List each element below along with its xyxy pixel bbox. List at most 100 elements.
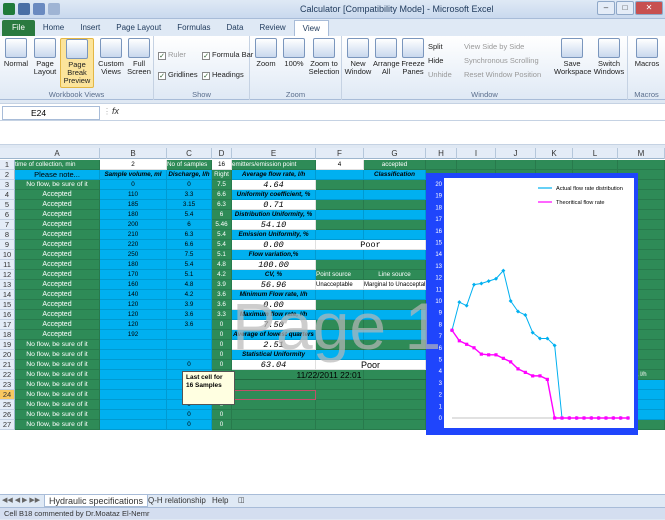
cell-discharge[interactable]: 6.3 — [167, 230, 212, 240]
cell-status[interactable]: Accepted — [15, 280, 100, 290]
cell-right-sorted[interactable]: 3.6 — [212, 300, 232, 310]
cell-discharge[interactable]: 3.15 — [167, 200, 212, 210]
tab-view[interactable]: View — [293, 20, 329, 36]
save-icon[interactable] — [18, 3, 30, 15]
cell-discharge[interactable]: 4.2 — [167, 290, 212, 300]
column-header-A[interactable]: A — [15, 148, 100, 159]
cell-metric-value[interactable]: 0.00 — [232, 240, 316, 250]
cell-right-sorted[interactable]: 3.6 — [212, 290, 232, 300]
cell-classification-area[interactable] — [316, 230, 364, 240]
cell-metric-label[interactable]: Minimum Flow rate, l/h — [232, 290, 316, 300]
cell-time-value[interactable]: 2 — [100, 160, 167, 170]
cell-classification-area[interactable] — [316, 310, 364, 320]
cell-avg-flow-header[interactable]: Average flow rate, l/h — [232, 170, 316, 180]
cell-samples-value[interactable]: 16 — [212, 160, 232, 170]
cell-right-sorted[interactable]: 6.6 — [212, 190, 232, 200]
cell-status[interactable]: Accepted — [15, 220, 100, 230]
cell-accepted[interactable]: accepted — [364, 160, 426, 170]
cell-status[interactable]: Accepted — [15, 210, 100, 220]
cell-sample-volume[interactable]: 220 — [100, 240, 167, 250]
cell-classification-area[interactable] — [364, 330, 426, 340]
cell-discharge[interactable]: 3.6 — [167, 320, 212, 330]
row-header-1[interactable]: 1 — [0, 160, 15, 170]
cell-classification-area[interactable] — [316, 200, 364, 210]
cell-status[interactable]: No flow, be sure of it — [15, 370, 100, 380]
cell-right-sorted[interactable]: 4.8 — [212, 260, 232, 270]
headings-checkbox[interactable]: ✓ Headings — [202, 70, 244, 80]
cell-empty-green[interactable] — [364, 400, 426, 410]
cell-sample-volume[interactable]: 140 — [100, 290, 167, 300]
row-header-15[interactable]: 15 — [0, 300, 15, 310]
redo-icon[interactable] — [48, 3, 60, 15]
cell-right-sorted[interactable]: 0 — [212, 420, 232, 430]
minimize-icon[interactable]: – — [597, 1, 615, 15]
cell-status[interactable]: No flow, be sure of it — [15, 360, 100, 370]
row-header-3[interactable]: 3 — [0, 180, 15, 190]
cell-e24-selected[interactable] — [232, 390, 316, 400]
cell-sample-volume[interactable] — [100, 420, 167, 430]
cell-status[interactable]: No flow, be sure of it — [15, 400, 100, 410]
cell-status[interactable]: No flow, be sure of it — [15, 410, 100, 420]
cell-empty-green[interactable] — [364, 390, 426, 400]
undo-icon[interactable] — [33, 3, 45, 15]
cell-metric-label[interactable]: Statistical Uniformity — [232, 350, 316, 360]
cell-metric-label[interactable]: Flow variation,% — [232, 250, 316, 260]
cell-empty-green[interactable] — [364, 380, 426, 390]
cell-discharge[interactable]: 6 — [167, 220, 212, 230]
cell-line-source[interactable]: Line source — [364, 270, 426, 280]
cell-classification-area[interactable] — [316, 340, 364, 350]
cell-status[interactable]: Accepted — [15, 250, 100, 260]
cell-sample-volume[interactable]: 120 — [100, 310, 167, 320]
cell-right-sorted[interactable]: 0 — [212, 410, 232, 420]
row-header-6[interactable]: 6 — [0, 210, 15, 220]
cell-samples-label[interactable]: No of samples — [167, 160, 212, 170]
cell-sample-volume[interactable]: 170 — [100, 270, 167, 280]
column-header-C[interactable]: C — [167, 148, 212, 159]
tab-file[interactable]: File — [2, 20, 35, 36]
cell-time-label[interactable]: time of collection, min — [15, 160, 100, 170]
cell-discharge[interactable] — [167, 330, 212, 340]
cell-classification-area[interactable] — [364, 200, 426, 210]
cell-sample-volume[interactable]: 180 — [100, 260, 167, 270]
close-icon[interactable]: ✕ — [635, 1, 663, 15]
row-header-5[interactable]: 5 — [0, 200, 15, 210]
cell-discharge[interactable]: 5.1 — [167, 270, 212, 280]
cell-classification-area[interactable] — [364, 220, 426, 230]
formula-input[interactable] — [0, 121, 665, 145]
tab-data[interactable]: Data — [219, 20, 252, 36]
cell-status[interactable]: Accepted — [15, 230, 100, 240]
cell-metric-value[interactable]: 7.50 — [232, 320, 316, 330]
cell-discharge[interactable] — [167, 340, 212, 350]
cell-status[interactable]: No flow, be sure of it — [15, 340, 100, 350]
cell-classification-area[interactable] — [316, 260, 364, 270]
cell-metric-value[interactable]: 0.71 — [232, 200, 316, 210]
row-header-24[interactable]: 24 — [0, 390, 15, 400]
cell-metric-value[interactable]: 63.04 — [232, 360, 316, 370]
cell-empty-green[interactable] — [316, 410, 364, 420]
cell-right-sorted[interactable]: 6.3 — [212, 200, 232, 210]
row-header-16[interactable]: 16 — [0, 310, 15, 320]
row-header-22[interactable]: 22 — [0, 370, 15, 380]
cell-discharge[interactable]: 0 — [167, 180, 212, 190]
cell-classification-area[interactable] — [316, 210, 364, 220]
cell-sample-volume[interactable]: 180 — [100, 210, 167, 220]
cell-empty-green[interactable] — [364, 420, 426, 430]
flow-rate-chart[interactable]: 0 1 2 3 4 5 6 7 8 9 10 11 12 13 14 15 16 17 18 19 20 Actual f… — [426, 173, 638, 435]
cell-empty-green[interactable] — [232, 420, 316, 430]
cell-classification-area[interactable] — [316, 320, 364, 330]
cell-metric-label[interactable]: Uniformity coefficient, % — [232, 190, 316, 200]
cell-sample-volume[interactable]: 160 — [100, 280, 167, 290]
cell-classification-area[interactable] — [364, 310, 426, 320]
cell-metric-label[interactable]: Maximum flow rate, l/h — [232, 310, 316, 320]
cell-classification-area[interactable] — [316, 250, 364, 260]
tab-formulas[interactable]: Formulas — [169, 20, 218, 36]
cell-f2[interactable] — [316, 170, 364, 180]
cell-discharge[interactable]: 4.8 — [167, 280, 212, 290]
cell-sample-volume[interactable]: 110 — [100, 190, 167, 200]
cell-metric-label[interactable]: Average of lowest quarters — [232, 330, 316, 340]
cell-empty-green[interactable] — [232, 400, 316, 410]
cell-chart-bg[interactable] — [618, 160, 665, 170]
name-box[interactable]: E24 — [2, 106, 100, 120]
row-header-2[interactable]: 2 — [0, 170, 15, 180]
cell-status[interactable]: No flow, be sure of it — [15, 390, 100, 400]
